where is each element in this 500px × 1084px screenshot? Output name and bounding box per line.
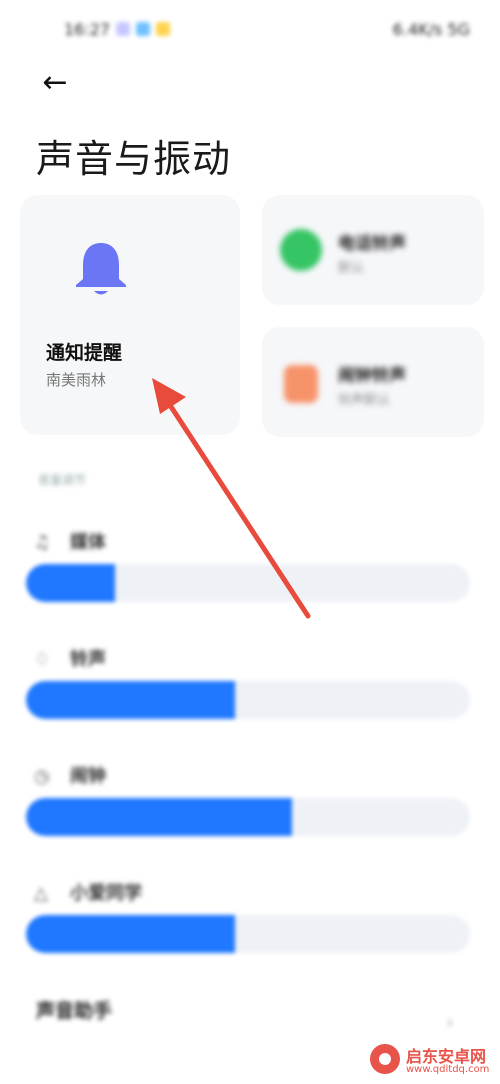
watermark-logo-icon [370,1044,400,1074]
phone-ringtone-subtitle: 默认 [338,261,365,276]
sound-assistant-title: 声音助手 [36,1000,113,1022]
slider-label: 小爱同学 [70,883,142,904]
slider-track[interactable] [26,915,470,953]
alarm-icon: ◷ [34,766,50,787]
slider-label: 铃声 [70,649,106,670]
bell-icon [76,243,126,295]
volume-slider-alarm: ◷ 闹钟 [0,762,500,852]
slider-label: 闹钟 [70,766,106,787]
notification-card[interactable]: 通知提醒 南美雨林 [20,195,240,435]
slider-label: 媒体 [70,532,106,553]
back-button[interactable]: ← [38,66,72,100]
slider-track[interactable] [26,564,470,602]
volume-slider-media: ♫ 媒体 [0,528,500,618]
status-bar: 16:27 6.4K/s 5G [0,0,500,60]
clock-icon [284,365,318,403]
volume-section-label: 音量调节 [38,473,87,487]
slider-track[interactable] [26,681,470,719]
alarm-ringtone-subtitle: 铃声默认 [338,393,391,408]
slider-fill [26,798,293,836]
watermark-url: www.qdltdq.com [406,1064,490,1075]
alarm-ringtone-card[interactable]: 闹钟铃声 铃声默认 [262,327,484,437]
alarm-ringtone-title: 闹钟铃声 [338,366,406,386]
watermark: 启东安卓网 www.qdltdq.com [370,1040,496,1080]
notification-icons [116,22,170,36]
slider-fill [26,915,235,953]
chevron-right-icon: › [446,1010,454,1034]
sound-assistant-item[interactable]: 声音助手 [36,996,112,1031]
page-title: 声音与振动 [36,137,232,181]
notification-title: 通知提醒 [46,342,123,364]
volume-slider-ringtone: ♢ 铃声 [0,645,500,735]
music-note-icon: ♫ [34,532,51,553]
phone-ringtone-title: 电话铃声 [338,234,406,254]
phone-ringtone-card[interactable]: 电话铃声 默认 [262,195,484,305]
status-time: 16:27 [64,20,111,39]
assistant-icon: △ [34,883,48,904]
notification-subtitle: 南美雨林 [46,371,107,389]
phone-icon [280,229,322,271]
slider-track[interactable] [26,798,470,836]
bell-outline-icon: ♢ [34,649,51,670]
arrow-left-icon: ← [42,65,68,100]
status-right: 6.4K/s 5G [392,20,470,39]
slider-fill [26,564,115,602]
volume-slider-assistant: △ 小爱同学 [0,879,500,969]
slider-fill [26,681,235,719]
